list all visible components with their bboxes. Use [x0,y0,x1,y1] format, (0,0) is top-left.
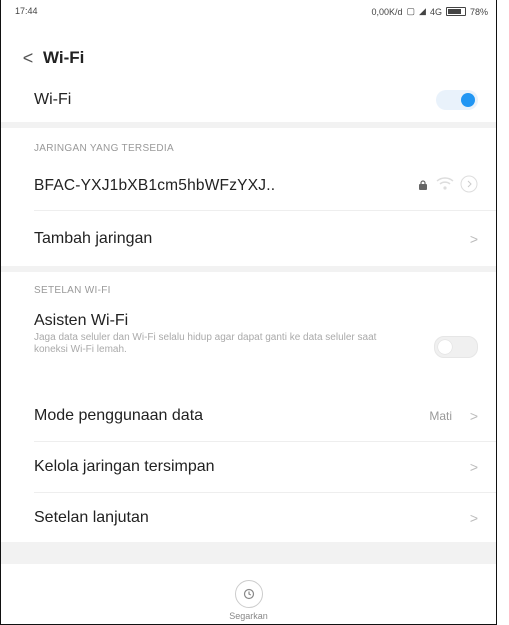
network-details-icon[interactable] [460,175,478,198]
refresh-icon [234,580,263,608]
network-type: 4G [429,6,442,17]
outer-margin [497,0,509,625]
status-time: 17:44 [15,6,38,16]
network-item[interactable]: BFAC-YXJ1bXB1cm5hbWFzYXJ.. [1,163,496,209]
toggle-knob [461,93,475,107]
wifi-settings-header: SETELAN WI-FI [34,285,111,296]
phone-screen: 17:44 0,00K/d ▢ ◢ 4G 78% < Wi-Fi Wi-Fi J… [0,0,497,625]
wifi-toggle-switch[interactable] [436,90,478,110]
wifi-assistant-label: Asisten Wi-Fi [34,312,129,329]
section-gap [1,122,496,128]
battery-icon [445,7,466,16]
refresh-label: Segarkan [229,611,268,621]
advanced-settings-label: Setelan lanjutan [34,509,149,526]
toggle-knob [438,340,452,354]
network-name: BFAC-YXJ1bXB1cm5hbWFzYXJ.. [34,177,276,194]
chevron-right-icon: > [469,408,478,424]
wifi-toggle-row[interactable]: Wi-Fi [1,78,496,122]
wifi-assistant-toggle[interactable] [434,336,478,358]
battery-level: 78% [469,6,488,17]
chevron-right-icon: > [469,459,478,475]
available-networks-header: JARINGAN YANG TERSEDIA [34,143,174,154]
advanced-settings-row[interactable]: Setelan lanjutan > [1,494,496,542]
wifi-assistant-description: Jaga data seluler dan Wi-Fi selalu hidup… [34,332,377,355]
add-network-label: Tambah jaringan [34,230,153,247]
divider [34,210,496,211]
saved-networks-label: Kelola jaringan tersimpan [34,458,215,475]
wifi-assistant-row[interactable]: Asisten Wi-Fi Jaga data seluler dan Wi-F… [1,312,496,382]
section-gap [1,266,496,272]
refresh-button[interactable]: Segarkan [1,580,496,621]
status-bar: 17:44 0,00K/d ▢ ◢ 4G 78% [15,6,488,20]
status-icons: 0,00K/d ▢ ◢ 4G 78% [372,6,489,17]
data-mode-label: Mode penggunaan data [34,407,204,424]
page-title: Wi-Fi [43,48,85,67]
notification-icon: ▢ [406,6,416,16]
divider [34,441,496,442]
wifi-assistant-text: Asisten Wi-Fi Jaga data seluler dan Wi-F… [34,312,434,356]
bottom-gap [1,542,496,564]
data-mode-value: Mati [429,409,452,423]
signal-icon: ◢ [419,6,426,16]
header: < Wi-Fi [1,38,496,78]
back-button[interactable]: < [13,48,43,69]
network-speed: 0,00K/d [371,6,403,17]
add-network-row[interactable]: Tambah jaringan > [1,215,496,263]
data-mode-row[interactable]: Mode penggunaan data Mati > [1,392,496,440]
divider [34,492,496,493]
wifi-signal-icon [436,176,454,196]
wifi-label: Wi-Fi [34,91,72,108]
chevron-right-icon: > [469,510,478,526]
saved-networks-row[interactable]: Kelola jaringan tersimpan > [1,443,496,491]
chevron-right-icon: > [469,231,478,247]
lock-icon [418,177,428,195]
